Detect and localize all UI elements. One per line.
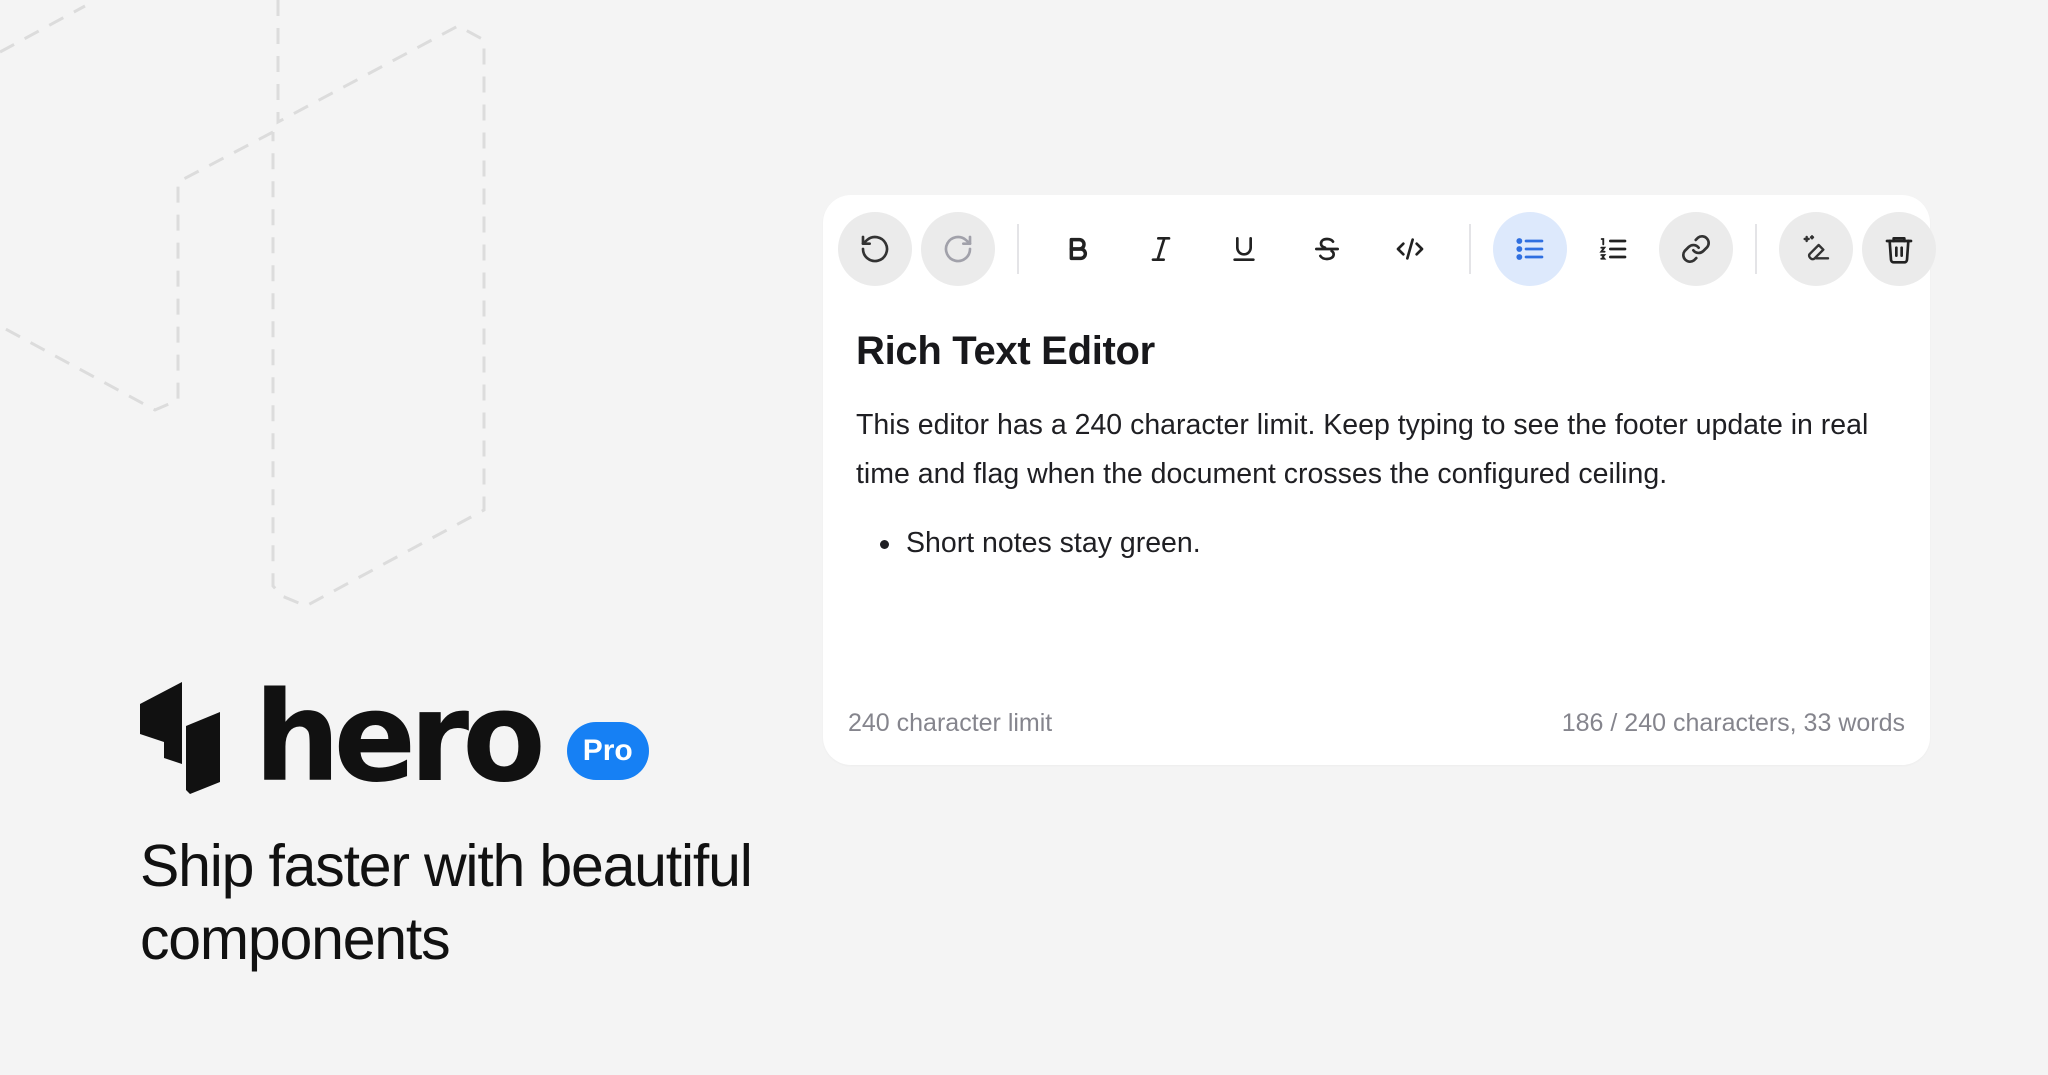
redo-icon xyxy=(944,235,972,263)
link-icon xyxy=(1682,235,1710,263)
editor-toolbar xyxy=(838,212,1945,286)
tagline: Ship faster with beautiful components xyxy=(140,833,753,972)
brand: hero Pro xyxy=(140,676,649,800)
page: hero Pro Ship faster with beautiful comp… xyxy=(0,0,2048,1075)
list-item: Short notes stay green. xyxy=(856,523,1890,563)
trash-icon xyxy=(1885,237,1913,264)
document-paragraph: This editor has a 240 character limit. K… xyxy=(856,409,1869,490)
undo-icon xyxy=(861,235,889,263)
toolbar-divider xyxy=(1017,224,1019,274)
editor-content[interactable]: Rich Text Editor This editor has a 240 c… xyxy=(856,325,1890,563)
redo-button[interactable] xyxy=(921,212,995,286)
clear-formatting-icon xyxy=(1803,235,1830,261)
bullet-list-button[interactable] xyxy=(1493,212,1567,286)
toolbar-divider xyxy=(1755,224,1757,274)
character-limit-label: 240 character limit xyxy=(848,709,1053,737)
bullet-list-icon xyxy=(1516,238,1544,260)
strikethrough-icon xyxy=(1315,237,1339,261)
character-count-label: 186 / 240 characters, 33 words xyxy=(1561,709,1905,737)
undo-button[interactable] xyxy=(838,212,912,286)
toolbar-divider xyxy=(1469,224,1471,274)
underline-icon xyxy=(1233,237,1255,261)
ordered-list-button[interactable] xyxy=(1576,212,1650,286)
code-icon xyxy=(1396,238,1424,260)
bold-icon xyxy=(1069,237,1087,261)
brand-wordmark: hero xyxy=(254,666,546,810)
clear-formatting-button[interactable] xyxy=(1779,212,1853,286)
editor-footer: 240 character limit 186 / 240 characters… xyxy=(848,709,1905,738)
bold-button[interactable] xyxy=(1041,212,1115,286)
document-heading: Rich Text Editor xyxy=(856,329,1155,373)
italic-button[interactable] xyxy=(1124,212,1198,286)
italic-icon xyxy=(1151,237,1171,261)
hero-logo-icon xyxy=(140,682,220,794)
background-decoration xyxy=(0,0,486,608)
bullet-list: Short notes stay green. xyxy=(856,523,1890,563)
underline-button[interactable] xyxy=(1207,212,1281,286)
code-button[interactable] xyxy=(1373,212,1447,286)
link-button[interactable] xyxy=(1659,212,1733,286)
strikethrough-button[interactable] xyxy=(1290,212,1364,286)
pro-badge: Pro xyxy=(566,722,649,780)
rich-text-editor: Rich Text Editor This editor has a 240 c… xyxy=(823,195,1936,765)
delete-button[interactable] xyxy=(1862,212,1936,286)
ordered-list-icon xyxy=(1599,238,1627,260)
